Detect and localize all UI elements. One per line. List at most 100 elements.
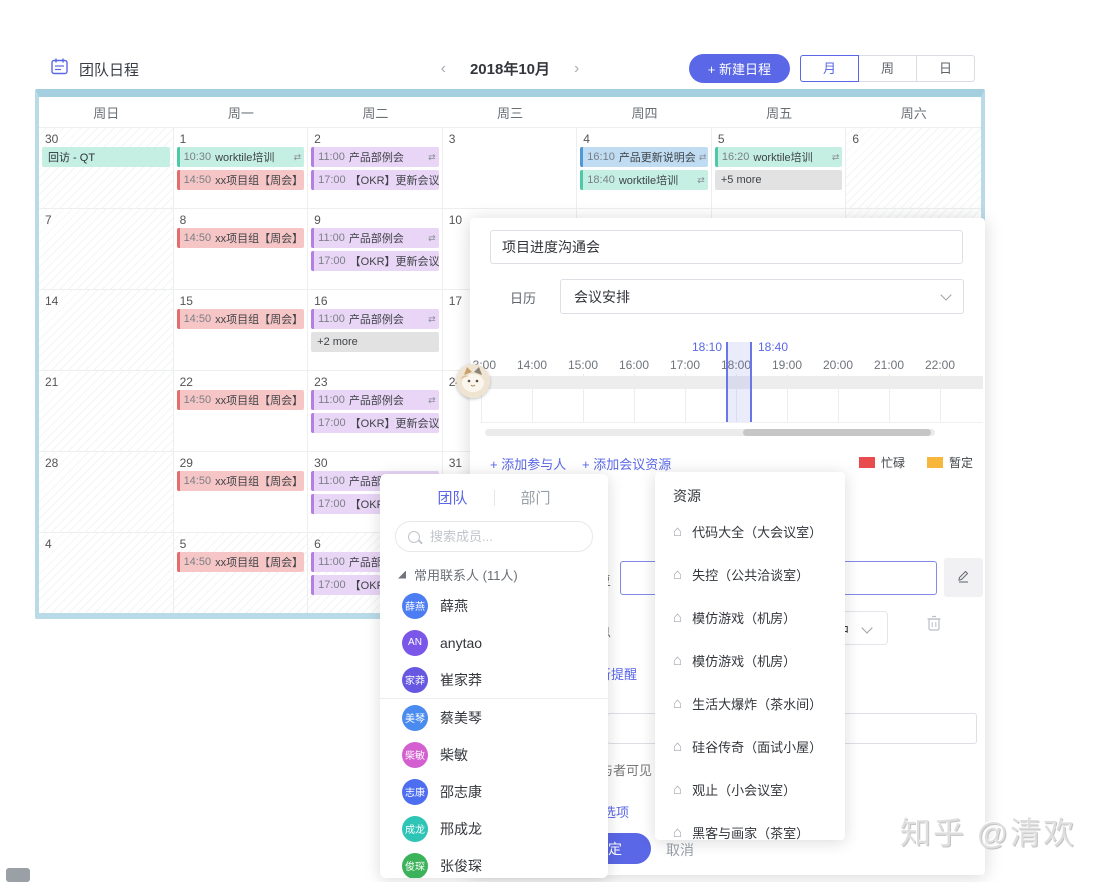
timeline-scrollbar[interactable] xyxy=(485,429,935,436)
calendar-event[interactable]: 回访 - QT xyxy=(42,147,170,167)
event-title: 产品部例会 xyxy=(349,149,404,165)
more-events-button[interactable]: +2 more xyxy=(311,332,439,352)
next-month-button[interactable]: › xyxy=(574,60,579,78)
tab-team[interactable]: 团队 xyxy=(437,487,467,508)
timeline-hour-label: 22:00 xyxy=(925,358,955,372)
timeline-hour-label: 17:00 xyxy=(670,358,700,372)
day-number: 6 xyxy=(848,129,979,147)
event-title-input[interactable] xyxy=(490,230,963,264)
view-tab-日[interactable]: 日 xyxy=(916,55,975,82)
edit-button[interactable] xyxy=(944,558,983,597)
calendar-event[interactable]: 14:50xx项目组【周会】⇄ xyxy=(177,390,305,410)
event-time: 16:10 xyxy=(587,151,615,163)
calendar-event[interactable]: 11:00产品部例会⇄ xyxy=(311,309,439,329)
member-row[interactable]: 志康邵志康 xyxy=(380,773,608,810)
calendar-event[interactable]: 17:00【OKR】更新会议⇄ xyxy=(311,413,439,433)
search-input[interactable] xyxy=(428,528,608,545)
member-row[interactable]: 美琴蔡美琴 xyxy=(380,699,608,736)
more-events-button[interactable]: +5 more xyxy=(715,170,843,190)
day-number: 30 xyxy=(41,129,171,147)
day-cell[interactable]: 1611:00产品部例会⇄+2 more xyxy=(308,290,443,370)
day-cell[interactable]: 30回访 - QT xyxy=(39,128,174,208)
member-row[interactable]: 柴敏柴敏 xyxy=(380,736,608,773)
calendar-event[interactable]: 14:50xx项目组【周会】⇄ xyxy=(177,552,305,572)
event-time: 14:50 xyxy=(184,313,212,325)
time-selection-band[interactable] xyxy=(726,342,752,422)
member-row[interactable]: 成龙邢成龙 xyxy=(380,810,608,847)
calendar-event[interactable]: 16:10产品更新说明会⇄ xyxy=(580,147,708,167)
day-cell[interactable]: 4 xyxy=(39,533,174,613)
calendar-event[interactable]: 14:50xx项目组【周会】⇄ xyxy=(177,471,305,491)
calendar-event[interactable]: 11:00产品部例会⇄ xyxy=(311,228,439,248)
event-title: xx项目组【周会】 xyxy=(215,554,303,570)
resource-item[interactable]: ⌂生活大爆炸（茶水间） xyxy=(655,682,845,725)
delete-reminder-button[interactable] xyxy=(926,614,944,634)
resource-item[interactable]: ⌂代码大全（大会议室） xyxy=(655,510,845,553)
member-row[interactable]: 家莽崔家莽 xyxy=(380,661,608,699)
calendar-event[interactable]: 14:50xx项目组【周会】⇄ xyxy=(177,170,305,190)
avatar: 美琴 xyxy=(402,705,428,731)
member-row[interactable]: 俊琛张俊琛 xyxy=(380,847,608,878)
day-cell[interactable]: 3 xyxy=(443,128,578,208)
calendar-event[interactable]: 16:20worktile培训⇄ xyxy=(715,147,843,167)
day-cell[interactable]: 14 xyxy=(39,290,174,370)
calendar-event[interactable]: 14:50xx项目组【周会】⇄ xyxy=(177,228,305,248)
resource-item[interactable]: ⌂黑客与画家（茶室） xyxy=(655,811,845,840)
view-tab-周[interactable]: 周 xyxy=(858,55,917,82)
day-cell[interactable]: 28 xyxy=(39,452,174,532)
timeline-gridline xyxy=(787,374,788,422)
event-time: 17:00 xyxy=(318,255,346,267)
day-cell[interactable]: 514:50xx项目组【周会】⇄ xyxy=(174,533,309,613)
day-cell[interactable]: 1514:50xx项目组【周会】⇄ xyxy=(174,290,309,370)
day-cell[interactable]: 21 xyxy=(39,371,174,451)
add-resource-link[interactable]: + 添加会议资源 xyxy=(582,454,671,473)
resource-item[interactable]: ⌂硅谷传奇（面试小屋） xyxy=(655,725,845,768)
calendar-field-label: 日历 xyxy=(510,288,536,307)
day-cell[interactable]: 110:30worktile培训⇄14:50xx项目组【周会】⇄ xyxy=(174,128,309,208)
day-cell[interactable]: 416:10产品更新说明会⇄18:40worktile培训⇄ xyxy=(577,128,712,208)
calendar-event[interactable]: 11:00产品部例会⇄ xyxy=(311,147,439,167)
timeline-divider xyxy=(480,422,983,423)
calendar-select-value: 会议安排 xyxy=(574,287,630,307)
cancel-button[interactable]: 取消 xyxy=(666,840,694,860)
member-search-box[interactable] xyxy=(395,521,593,552)
event-title: worktile培训 xyxy=(215,149,274,165)
prev-month-button[interactable]: ‹ xyxy=(441,60,446,78)
event-time: 14:50 xyxy=(184,174,212,186)
day-cell[interactable]: 2311:00产品部例会⇄17:00【OKR】更新会议⇄ xyxy=(308,371,443,451)
day-cell[interactable]: 6 xyxy=(846,128,981,208)
tab-department[interactable]: 部门 xyxy=(521,487,551,508)
calendar-event[interactable]: 10:30worktile培训⇄ xyxy=(177,147,305,167)
resource-item[interactable]: ⌂模仿游戏（机房） xyxy=(655,596,845,639)
day-cell[interactable]: 814:50xx项目组【周会】⇄ xyxy=(174,209,309,289)
view-tab-月[interactable]: 月 xyxy=(800,55,859,82)
calendar-event[interactable]: 11:00产品部例会⇄ xyxy=(311,390,439,410)
new-event-button[interactable]: + 新建日程 xyxy=(689,54,790,83)
resource-item[interactable]: ⌂观止（小会议室） xyxy=(655,768,845,811)
calendar-event[interactable]: 17:00【OKR】更新会议⇄ xyxy=(311,251,439,271)
calendar-select[interactable]: 会议安排 xyxy=(560,279,964,314)
event-time: 14:50 xyxy=(184,556,212,568)
day-number: 28 xyxy=(41,453,171,471)
event-title: xx项目组【周会】 xyxy=(215,230,303,246)
member-row[interactable]: 薛燕薛燕 xyxy=(380,587,608,624)
event-time: 17:00 xyxy=(318,579,346,591)
resource-item[interactable]: ⌂模仿游戏（机房） xyxy=(655,639,845,682)
resource-item[interactable]: ⌂失控（公共洽谈室） xyxy=(655,553,845,596)
user-avatar-cat[interactable] xyxy=(456,364,490,398)
contacts-section-header[interactable]: 常用联系人 (11人) xyxy=(380,552,608,587)
day-cell[interactable]: 2914:50xx项目组【周会】⇄ xyxy=(174,452,309,532)
day-cell[interactable]: 7 xyxy=(39,209,174,289)
day-cell[interactable]: 911:00产品部例会⇄17:00【OKR】更新会议⇄ xyxy=(308,209,443,289)
day-cell[interactable]: 2214:50xx项目组【周会】⇄ xyxy=(174,371,309,451)
day-cell[interactable]: 516:20worktile培训⇄+5 more xyxy=(712,128,847,208)
calendar-event[interactable]: 17:00【OKR】更新会议⇄ xyxy=(311,170,439,190)
calendar-event[interactable]: 14:50xx项目组【周会】⇄ xyxy=(177,309,305,329)
day-cell[interactable]: 211:00产品部例会⇄17:00【OKR】更新会议⇄ xyxy=(308,128,443,208)
scrollbar-thumb[interactable] xyxy=(743,429,931,436)
add-participant-link[interactable]: + 添加参与人 xyxy=(490,454,566,473)
calendar-event[interactable]: 18:40worktile培训⇄ xyxy=(580,170,708,190)
recurring-icon: ⇄ xyxy=(303,233,304,244)
legend-item: 暂定 xyxy=(927,454,973,471)
member-row[interactable]: ANanytao xyxy=(380,624,608,661)
